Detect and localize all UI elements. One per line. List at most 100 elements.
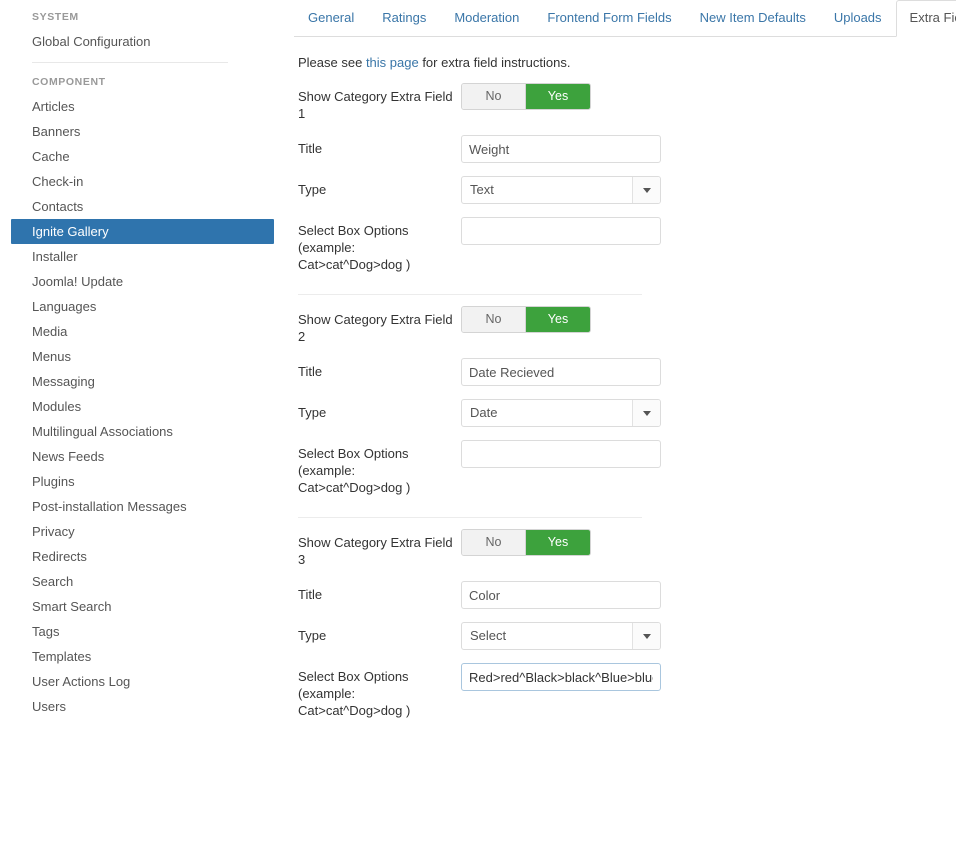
- sidebar-item-installer[interactable]: Installer: [0, 244, 280, 269]
- show-field-toggle-yes[interactable]: Yes: [526, 530, 590, 555]
- select-box-options-row: Select Box Options (example: Cat>cat^Dog…: [294, 663, 938, 719]
- select-box-options-input[interactable]: [461, 217, 661, 245]
- type-select[interactable]: Select: [461, 622, 661, 650]
- title-control: [461, 135, 661, 163]
- type-control: Select: [461, 622, 661, 650]
- title-input[interactable]: [461, 358, 661, 386]
- show-field-toggle-no[interactable]: No: [462, 84, 526, 109]
- title-control: [461, 358, 661, 386]
- tab-general[interactable]: General: [294, 0, 368, 37]
- title-row: Title: [294, 581, 938, 609]
- type-label: Type: [298, 405, 327, 420]
- sidebar-item-global-configuration[interactable]: Global Configuration: [0, 29, 280, 54]
- select-box-options-input[interactable]: [461, 663, 661, 691]
- show-field-toggle-yes[interactable]: Yes: [526, 307, 590, 332]
- tab-extra-fields[interactable]: Extra Fields: [895, 0, 956, 37]
- sidebar-item-multilingual-associations[interactable]: Multilingual Associations: [0, 419, 280, 444]
- extra-field-instructions-link[interactable]: this page: [366, 55, 419, 70]
- chevron-down-icon[interactable]: [632, 177, 660, 203]
- sidebar: SYSTEM Global Configuration COMPONENT Artic…: [0, 0, 280, 852]
- sidebar-item-ignite-gallery[interactable]: Ignite Gallery: [11, 219, 274, 244]
- title-control: [461, 581, 661, 609]
- type-select[interactable]: Date: [461, 399, 661, 427]
- tab-bar: General Ratings Moderation Frontend Form Fi…: [294, 0, 956, 37]
- sidebar-item-templates[interactable]: Templates: [0, 644, 280, 669]
- chevron-down-icon[interactable]: [632, 400, 660, 426]
- sidebar-item-privacy[interactable]: Privacy: [0, 519, 280, 544]
- title-label: Title: [298, 141, 323, 156]
- instructions-suffix: for extra field instructions.: [418, 55, 571, 70]
- sidebar-item-plugins[interactable]: Plugins: [0, 469, 280, 494]
- select-box-options-control: [461, 217, 661, 245]
- show-field-row: Show Category Extra Field 2 No Yes: [294, 306, 938, 345]
- sidebar-item-messaging[interactable]: Messaging: [0, 369, 280, 394]
- extra-field-group-1: Show Category Extra Field 1 NoYes Title Typ…: [294, 72, 938, 273]
- sidebar-item-search[interactable]: Search: [0, 569, 280, 594]
- type-select-value: Text: [470, 182, 494, 197]
- chevron-down-icon[interactable]: [632, 623, 660, 649]
- sidebar-item-redirects[interactable]: Redirects: [0, 544, 280, 569]
- instructions-prefix: Please see: [298, 55, 366, 70]
- sidebar-group: SYSTEM Global Configuration: [0, 8, 280, 54]
- sidebar-item-tags[interactable]: Tags: [0, 619, 280, 644]
- sidebar-item-post-installation-messages[interactable]: Post-installation Messages: [0, 494, 280, 519]
- show-field-toggle-no[interactable]: No: [462, 307, 526, 332]
- admin-page: SYSTEM Global Configuration COMPONENT Artic…: [0, 0, 956, 852]
- type-select-value: Select: [470, 628, 507, 643]
- type-select-value: Date: [470, 405, 498, 420]
- show-field-toggle[interactable]: No Yes: [461, 306, 591, 333]
- sidebar-item-media[interactable]: Media: [0, 319, 280, 344]
- sidebar-item-contacts[interactable]: Contacts: [0, 194, 280, 219]
- select-box-options-row: Select Box Options (example: Cat>cat^Dog…: [294, 217, 938, 273]
- sidebar-item-smart-search[interactable]: Smart Search: [0, 594, 280, 619]
- show-field-label: Show Category Extra Field 2: [298, 312, 453, 344]
- tab-frontend-form-fields[interactable]: Frontend Form Fields: [533, 0, 685, 37]
- sidebar-item-news-feeds[interactable]: News Feeds: [0, 444, 280, 469]
- sidebar-item-users[interactable]: Users: [0, 694, 280, 719]
- show-field-toggle-yes[interactable]: Yes: [526, 84, 590, 109]
- sidebar-item-joomla-update[interactable]: Joomla! Update: [0, 269, 280, 294]
- show-field-toggle-no[interactable]: No: [462, 530, 526, 555]
- sidebar-item-modules[interactable]: Modules: [0, 394, 280, 419]
- sidebar-item-menus[interactable]: Menus: [0, 344, 280, 369]
- select-box-options-control: [461, 663, 661, 691]
- tab-uploads[interactable]: Uploads: [820, 0, 896, 37]
- title-label: Title: [298, 364, 323, 379]
- tab-moderation[interactable]: Moderation: [440, 0, 533, 37]
- sidebar-item-articles[interactable]: Articles: [0, 94, 280, 119]
- type-label: Type: [298, 182, 327, 197]
- select-box-options-label: Select Box Options (example: Cat>cat^Dog…: [298, 669, 411, 718]
- show-field-toggle[interactable]: No Yes: [461, 83, 591, 110]
- title-row: Title: [294, 358, 938, 386]
- sidebar-item-banners[interactable]: Banners: [0, 119, 280, 144]
- sidebar-item-check-in[interactable]: Check-in: [0, 169, 280, 194]
- sidebar-divider: [32, 62, 228, 63]
- show-field-toggle[interactable]: No Yes: [461, 529, 591, 556]
- show-field-control: No Yes: [461, 529, 591, 556]
- sidebar-item-user-actions-log[interactable]: User Actions Log: [0, 669, 280, 694]
- select-box-options-control: [461, 440, 661, 468]
- sidebar-item-languages[interactable]: Languages: [0, 294, 280, 319]
- type-row: Type Select: [294, 622, 938, 650]
- show-field-label: Show Category Extra Field 1: [298, 89, 453, 121]
- title-row: Title: [294, 135, 938, 163]
- type-control: Text: [461, 176, 661, 204]
- type-select[interactable]: Text: [461, 176, 661, 204]
- instructions-text: Please see this page for extra field ins…: [298, 54, 938, 72]
- show-field-row: Show Category Extra Field 1 No Yes: [294, 83, 938, 122]
- sidebar-group-heading: COMPONENT: [32, 76, 106, 88]
- title-input[interactable]: [461, 135, 661, 163]
- extra-fields-form: Show Category Extra Field 1NoYesTitleTyp…: [294, 72, 938, 719]
- show-field-control: No Yes: [461, 306, 591, 333]
- sidebar-item-cache[interactable]: Cache: [0, 144, 280, 169]
- title-input[interactable]: [461, 581, 661, 609]
- main-content: General Ratings Moderation Frontend Form Fi…: [280, 0, 956, 852]
- select-box-options-input[interactable]: [461, 440, 661, 468]
- sidebar-group-heading: SYSTEM: [32, 11, 79, 23]
- extra-field-group-3: Show Category Extra Field 3 NoYes Title Typ…: [294, 518, 938, 719]
- tab-new-item-defaults[interactable]: New Item Defaults: [686, 0, 820, 37]
- type-row: Type Text: [294, 176, 938, 204]
- tab-ratings[interactable]: Ratings: [368, 0, 440, 37]
- extra-field-group-2: Show Category Extra Field 2 NoYes Title Typ…: [294, 295, 938, 496]
- select-box-options-label: Select Box Options (example: Cat>cat^Dog…: [298, 446, 411, 495]
